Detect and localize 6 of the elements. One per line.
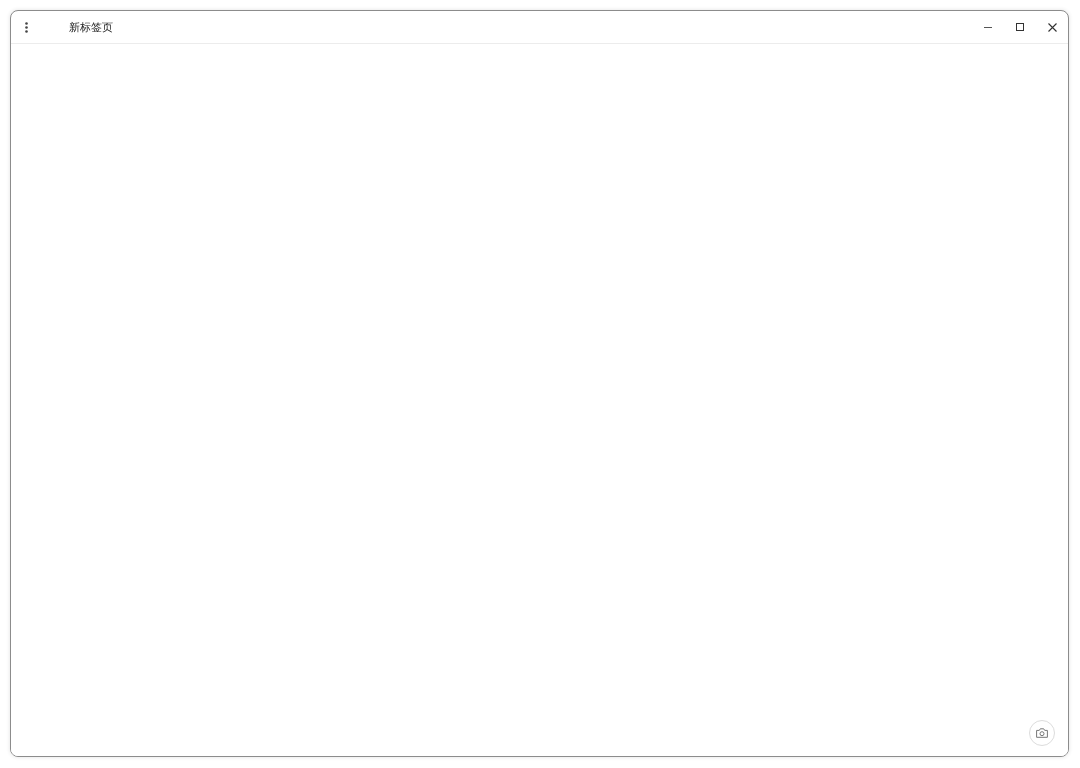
- vertical-dots-icon: [24, 21, 28, 33]
- camera-icon: [1036, 728, 1048, 738]
- close-icon: [1047, 22, 1057, 32]
- minimize-icon: [984, 26, 992, 28]
- maximize-icon: [1016, 23, 1024, 31]
- window-title: 新标签页: [69, 19, 113, 35]
